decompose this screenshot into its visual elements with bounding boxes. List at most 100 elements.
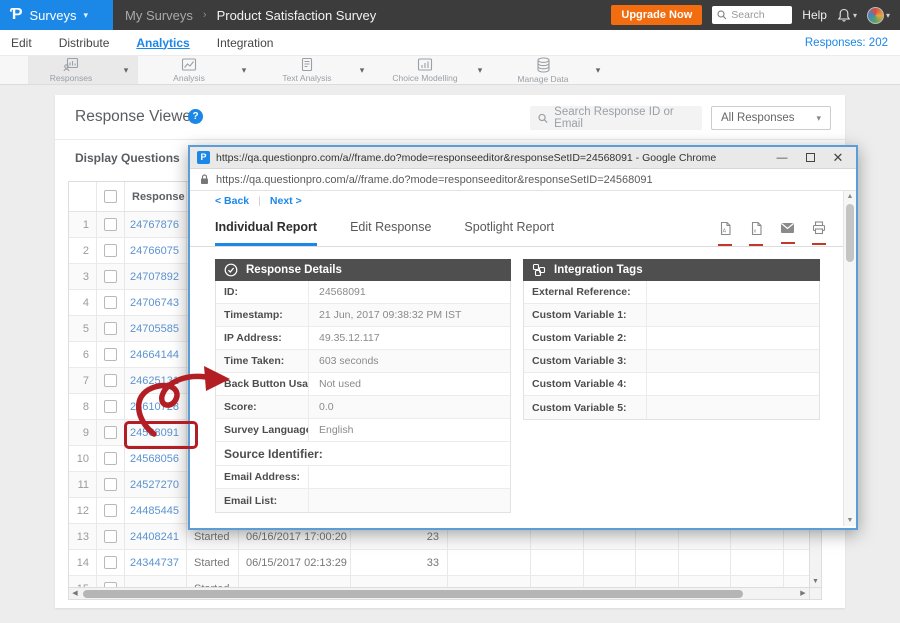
integration-tags-header: Integration Tags [523, 259, 820, 281]
minimize-button[interactable]: — [771, 152, 793, 164]
response-id-link[interactable]: 24707892 [125, 264, 187, 289]
select-all-checkbox[interactable] [104, 190, 117, 203]
close-button[interactable]: ✕ [827, 150, 849, 166]
window-titlebar[interactable]: P https://qa.questionpro.com/a//frame.do… [190, 147, 856, 169]
response-search-input[interactable]: Search Response ID or Email [530, 106, 702, 130]
pdf-export-button[interactable]: A [718, 221, 732, 246]
print-export-button[interactable] [812, 221, 826, 246]
row-checkbox-cell [97, 238, 125, 263]
row-checkbox[interactable] [104, 218, 117, 231]
tab-spotlight-report[interactable]: Spotlight Report [464, 212, 554, 246]
row-checkbox-cell [97, 394, 125, 419]
row-number: 12 [69, 498, 97, 523]
response-id-link[interactable]: 24408241 [125, 524, 187, 549]
toolbar-button-manage-data[interactable]: Manage Data [500, 56, 586, 84]
email-export-button[interactable] [780, 221, 795, 246]
response-id-link[interactable]: 24344737 [125, 550, 187, 575]
response-id-link[interactable]: 24568056 [125, 446, 187, 471]
detail-row: Score:0.0 [216, 396, 510, 419]
response-id-link[interactable]: 24625131 [125, 368, 187, 393]
chevron-down-icon[interactable]: ▾ [468, 56, 492, 84]
popup-vertical-scrollbar[interactable]: ▲ ▼ [843, 191, 856, 526]
upgrade-now-button[interactable]: Upgrade Now [611, 5, 702, 25]
response-filter-dropdown[interactable]: All Responses ▾ [711, 106, 831, 130]
detail-row: Email List: [216, 489, 510, 512]
response-id-link[interactable]: 24664144 [125, 342, 187, 367]
tab-edit-response[interactable]: Edit Response [350, 212, 431, 246]
address-bar-url: https://qa.questionpro.com/a//frame.do?m… [216, 174, 653, 186]
global-search-input[interactable]: Search [712, 6, 792, 24]
address-bar[interactable]: https://qa.questionpro.com/a//frame.do?m… [190, 169, 856, 191]
horizontal-scroll-thumb[interactable] [83, 590, 743, 598]
breadcrumb-my-surveys[interactable]: My Surveys [125, 8, 193, 23]
response-id-link[interactable]: 24527270 [125, 472, 187, 497]
response-id-link[interactable]: 24706743 [125, 290, 187, 315]
row-checkbox[interactable] [104, 374, 117, 387]
row-checkbox[interactable] [104, 296, 117, 309]
detail-value: 24568091 [308, 281, 510, 303]
response-id-link[interactable]: 24610728 [125, 394, 187, 419]
response-id-link[interactable]: 24485445 [125, 498, 187, 523]
tab-individual-report[interactable]: Individual Report [215, 212, 317, 246]
questionpro-app: Ƥ Surveys ▾ My Surveys › Product Satisfa… [0, 0, 900, 623]
response-id-link[interactable]: 24705585 [125, 316, 187, 341]
scroll-up-icon[interactable]: ▲ [844, 193, 856, 200]
chevron-down-icon[interactable]: ▾ [114, 56, 138, 84]
chevron-down-icon[interactable]: ▾ [586, 56, 610, 84]
row-checkbox[interactable] [104, 400, 117, 413]
responses-icon [63, 57, 79, 72]
response-id-header[interactable]: Response ID▲ [125, 182, 187, 211]
questionpro-favicon-icon: P [197, 151, 210, 164]
chevron-down-icon[interactable]: ▾ [232, 56, 256, 84]
account-menu[interactable]: ▾ [867, 7, 890, 24]
row-checkbox[interactable] [104, 504, 117, 517]
back-link[interactable]: < Back [215, 195, 249, 207]
toolbar-button-responses[interactable]: Responses [28, 56, 114, 84]
row-checkbox-cell [97, 472, 125, 497]
next-link[interactable]: Next > [270, 195, 302, 207]
excel-export-button[interactable]: x [749, 221, 763, 246]
chevron-down-icon[interactable]: ▾ [350, 56, 374, 84]
help-link[interactable]: Help [802, 8, 827, 22]
help-badge-icon[interactable]: ? [188, 109, 203, 124]
detail-value: 603 seconds [308, 350, 510, 372]
response-details-rows: ID:24568091Timestamp:21 Jun, 2017 09:38:… [215, 281, 511, 513]
row-checkbox[interactable] [104, 348, 117, 361]
toolbar-button-analysis[interactable]: Analysis [146, 56, 232, 84]
row-checkbox[interactable] [104, 478, 117, 491]
table-horizontal-scrollbar[interactable]: ◀ ▶ [69, 587, 809, 599]
row-checkbox-cell [97, 368, 125, 393]
nav-item-distribute[interactable]: Distribute [59, 36, 110, 50]
scroll-right-icon[interactable]: ▶ [797, 588, 809, 599]
detail-row: ID:24568091 [216, 281, 510, 304]
response-id-link[interactable] [125, 576, 187, 587]
nav-item-edit[interactable]: Edit [11, 36, 32, 50]
response-id-link[interactable]: 24767876 [125, 212, 187, 237]
empty-cell [636, 576, 679, 587]
row-checkbox[interactable] [104, 244, 117, 257]
row-checkbox[interactable] [104, 322, 117, 335]
scroll-down-icon[interactable]: ▼ [844, 517, 856, 524]
row-checkbox[interactable] [104, 270, 117, 283]
scroll-left-icon[interactable]: ◀ [69, 588, 81, 599]
toolbar-button-text-analysis[interactable]: Text Analysis [264, 56, 350, 84]
svg-text:x: x [753, 229, 756, 235]
row-checkbox[interactable] [104, 530, 117, 543]
response-details-panel: Response Details ID:24568091Timestamp:21… [215, 259, 511, 513]
product-switcher[interactable]: Ƥ Surveys ▾ [0, 0, 113, 30]
popup-scroll-thumb[interactable] [846, 204, 854, 262]
detail-value [308, 466, 510, 488]
nav-item-analytics[interactable]: Analytics [136, 36, 189, 50]
row-checkbox[interactable] [104, 426, 117, 439]
row-checkbox[interactable] [104, 556, 117, 569]
maximize-button[interactable] [799, 153, 821, 162]
scroll-down-icon[interactable]: ▼ [810, 578, 821, 585]
nav-item-integration[interactable]: Integration [217, 36, 274, 50]
row-checkbox[interactable] [104, 452, 117, 465]
detail-row: Survey Language:English [216, 419, 510, 442]
detail-label: Custom Variable 3: [524, 350, 646, 372]
notifications-button[interactable]: ▾ [837, 8, 857, 23]
response-id-link[interactable]: 24766075 [125, 238, 187, 263]
response-id-link[interactable]: 24568091 [125, 420, 187, 445]
toolbar-button-choice-modelling[interactable]: Choice Modelling [382, 56, 468, 84]
